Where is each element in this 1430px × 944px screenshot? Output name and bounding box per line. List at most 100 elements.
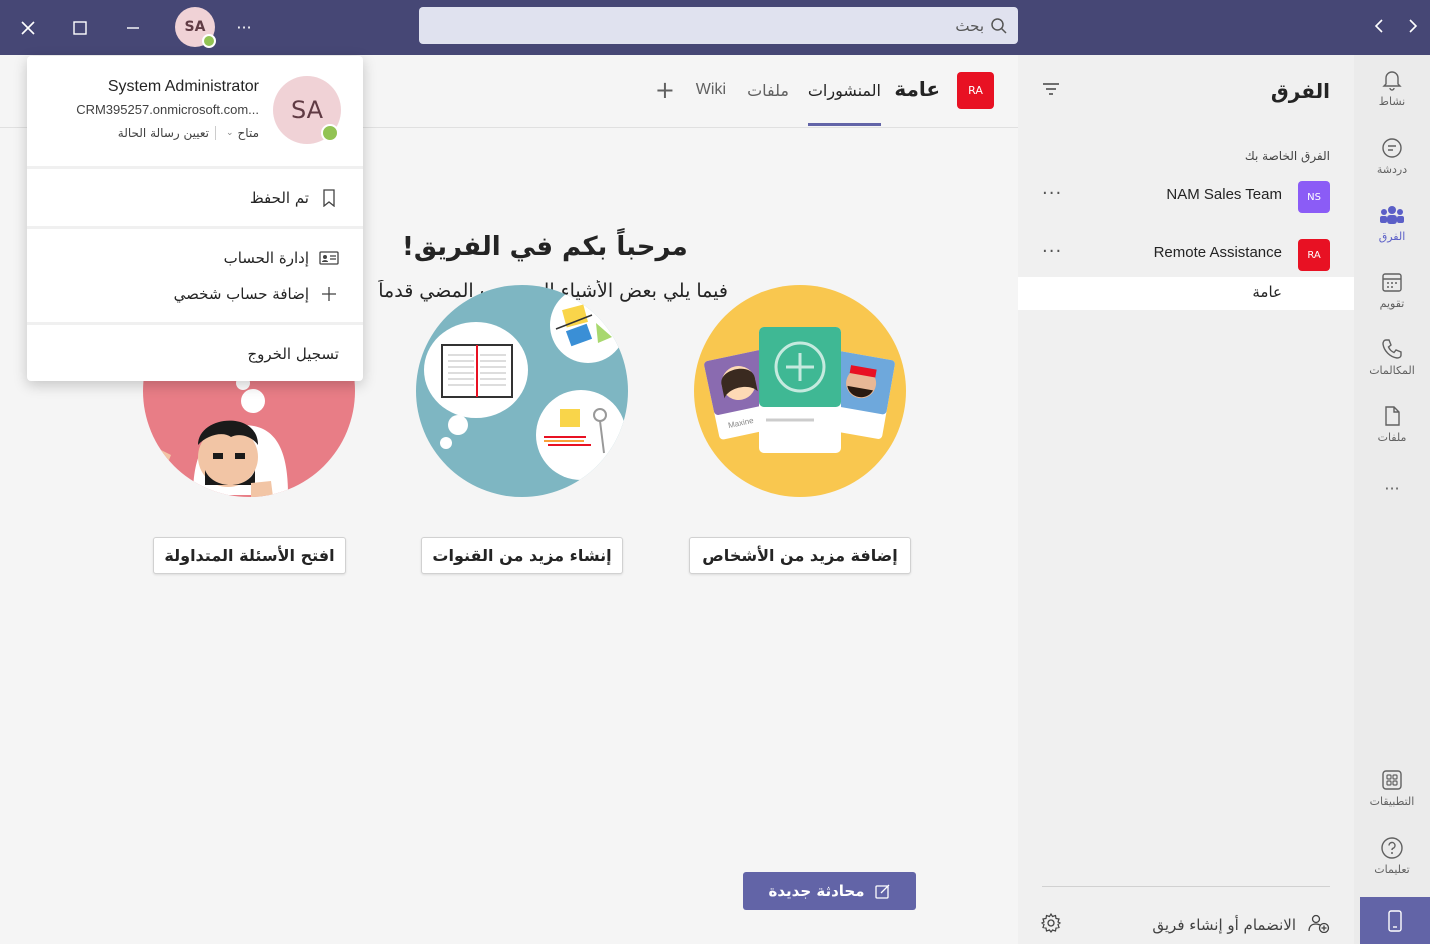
team-name: Remote Assistance <box>1153 244 1282 261</box>
search-placeholder: بحث <box>955 16 984 35</box>
gear-icon <box>1040 912 1062 933</box>
close-button[interactable] <box>2 0 54 55</box>
chevron-right-icon <box>1409 19 1418 33</box>
rail-item-activity[interactable]: نشاط <box>1354 67 1430 108</box>
search-icon <box>991 17 1007 34</box>
compose-icon <box>874 884 889 899</box>
team-avatar: RA <box>957 72 994 109</box>
sign-out-label: تسجيل الخروج <box>247 345 339 363</box>
tab-files[interactable]: ملفات <box>747 81 789 100</box>
team-avatar: NS <box>1298 181 1330 213</box>
rail-label: تعليمات <box>1374 863 1410 876</box>
maximize-button[interactable] <box>54 0 106 55</box>
profile-avatar[interactable]: SA <box>273 76 341 144</box>
rail-label: نشاط <box>1378 95 1406 108</box>
mobile-app-button[interactable] <box>1360 897 1430 944</box>
teams-panel: الفرق الفرق الخاصة بك NS NAM Sales Team … <box>1018 55 1354 944</box>
tab-wiki[interactable]: Wiki <box>696 81 726 99</box>
mobile-phone-icon <box>1388 909 1402 932</box>
settings-button[interactable] <box>1040 912 1062 938</box>
add-people-icon <box>1308 913 1330 937</box>
rail-item-calls[interactable]: المكالمات <box>1354 336 1430 377</box>
divider <box>27 166 363 169</box>
active-tab-indicator <box>808 123 881 126</box>
divider <box>215 126 216 140</box>
file-icon <box>1379 403 1405 429</box>
filter-icon <box>1043 83 1059 95</box>
add-people-illustration: Maxine <box>694 285 906 497</box>
rail-label: دردشة <box>1376 163 1408 176</box>
user-name: System Administrator <box>107 78 259 95</box>
avatar-initials: SA <box>290 96 324 124</box>
teams-panel-title: الفرق <box>1270 79 1330 103</box>
rail-label: التطبيقات <box>1369 795 1415 808</box>
filter-button[interactable] <box>1042 81 1060 100</box>
team-row-remote-assistance[interactable]: RA Remote Assistance ··· <box>1018 233 1354 277</box>
rail-item-help[interactable]: تعليمات <box>1354 835 1430 876</box>
back-button[interactable] <box>1364 10 1394 42</box>
add-personal-account-label: إضافة حساب شخصي <box>173 285 309 303</box>
bookmark-icon <box>319 189 339 207</box>
saved-label: تم الحفظ <box>249 189 309 207</box>
chevron-left-icon <box>1374 19 1383 33</box>
help-icon <box>1379 835 1405 861</box>
manage-account-menu-item[interactable]: إدارة الحساب <box>224 249 339 267</box>
apps-icon <box>1379 767 1405 793</box>
divider <box>27 226 363 229</box>
rail-item-chat[interactable]: دردشة <box>1354 135 1430 176</box>
status-row: متاح ⌄ تعيين رسالة الحالة <box>118 126 259 140</box>
new-conversation-label: محادثة جديدة <box>768 882 865 900</box>
tab-posts[interactable]: المنشورات <box>808 81 881 100</box>
team-more-options-button[interactable]: ··· <box>1042 183 1062 204</box>
new-conversation-button[interactable]: محادثة جديدة <box>743 872 916 910</box>
set-status-message-button[interactable]: تعيين رسالة الحالة <box>118 126 209 140</box>
add-more-people-button[interactable]: إضافة مزيد من الأشخاص <box>689 537 911 574</box>
team-avatar: RA <box>1298 239 1330 271</box>
search-input[interactable]: بحث <box>419 7 1018 44</box>
title-bar: SA ··· بحث <box>0 0 1430 55</box>
more-icon: ··· <box>1384 479 1400 498</box>
channel-name: عامة <box>1252 283 1282 301</box>
join-label: الانضمام أو إنشاء فريق <box>1152 916 1296 934</box>
more-options-button[interactable]: ··· <box>218 0 270 55</box>
id-card-icon <box>319 251 339 265</box>
channel-item-general[interactable]: عامة <box>1018 277 1354 310</box>
open-faq-button[interactable]: افتح الأسئلة المتداولة <box>153 537 346 574</box>
status-dropdown[interactable]: متاح <box>238 126 259 140</box>
forward-button[interactable] <box>1398 10 1428 42</box>
divider <box>1042 886 1330 887</box>
phone-icon <box>1379 336 1405 362</box>
plus-icon <box>319 286 339 302</box>
sign-out-menu-item[interactable]: تسجيل الخروج <box>247 345 339 363</box>
add-tab-button[interactable]: + <box>655 76 675 104</box>
rail-item-apps[interactable]: التطبيقات <box>1354 767 1430 808</box>
welcome-title: مرحباً بكم في الفريق! <box>402 232 688 262</box>
teams-icon <box>1379 202 1405 228</box>
rail-item-files[interactable]: ملفات <box>1354 403 1430 444</box>
bell-icon <box>1379 67 1405 93</box>
profile-avatar-button[interactable]: SA <box>175 7 216 48</box>
rail-label: الفرق <box>1378 230 1406 243</box>
close-icon <box>21 20 35 35</box>
add-personal-account-menu-item[interactable]: إضافة حساب شخصي <box>174 285 339 303</box>
rail-label: تقويم <box>1379 297 1405 310</box>
rail-label: ملفات <box>1377 431 1407 444</box>
team-row-nam-sales[interactable]: NS NAM Sales Team ··· <box>1018 175 1354 219</box>
chevron-down-icon: ⌄ <box>226 128 234 138</box>
join-or-create-team-button[interactable]: الانضمام أو إنشاء فريق <box>1152 913 1330 937</box>
team-more-options-button[interactable]: ··· <box>1042 241 1062 262</box>
your-teams-label: الفرق الخاصة بك <box>1244 149 1330 163</box>
rail-item-calendar[interactable]: تقويم <box>1354 269 1430 310</box>
avatar-initials: SA <box>184 19 206 35</box>
app-rail: نشاط دردشة الفرق تقويم المكالمات ملفات ·… <box>1354 55 1430 944</box>
maximize-icon <box>73 20 87 35</box>
minimize-button[interactable] <box>107 0 159 55</box>
divider <box>27 322 363 325</box>
presence-available-icon <box>321 124 339 142</box>
rail-more-button[interactable]: ··· <box>1354 479 1430 498</box>
team-name: NAM Sales Team <box>1166 186 1282 203</box>
saved-menu-item[interactable]: تم الحفظ <box>250 189 339 207</box>
rail-item-teams[interactable]: الفرق <box>1354 202 1430 243</box>
create-more-channels-button[interactable]: إنشاء مزيد من القنوات <box>421 537 623 574</box>
channel-title: عامة <box>894 77 940 101</box>
